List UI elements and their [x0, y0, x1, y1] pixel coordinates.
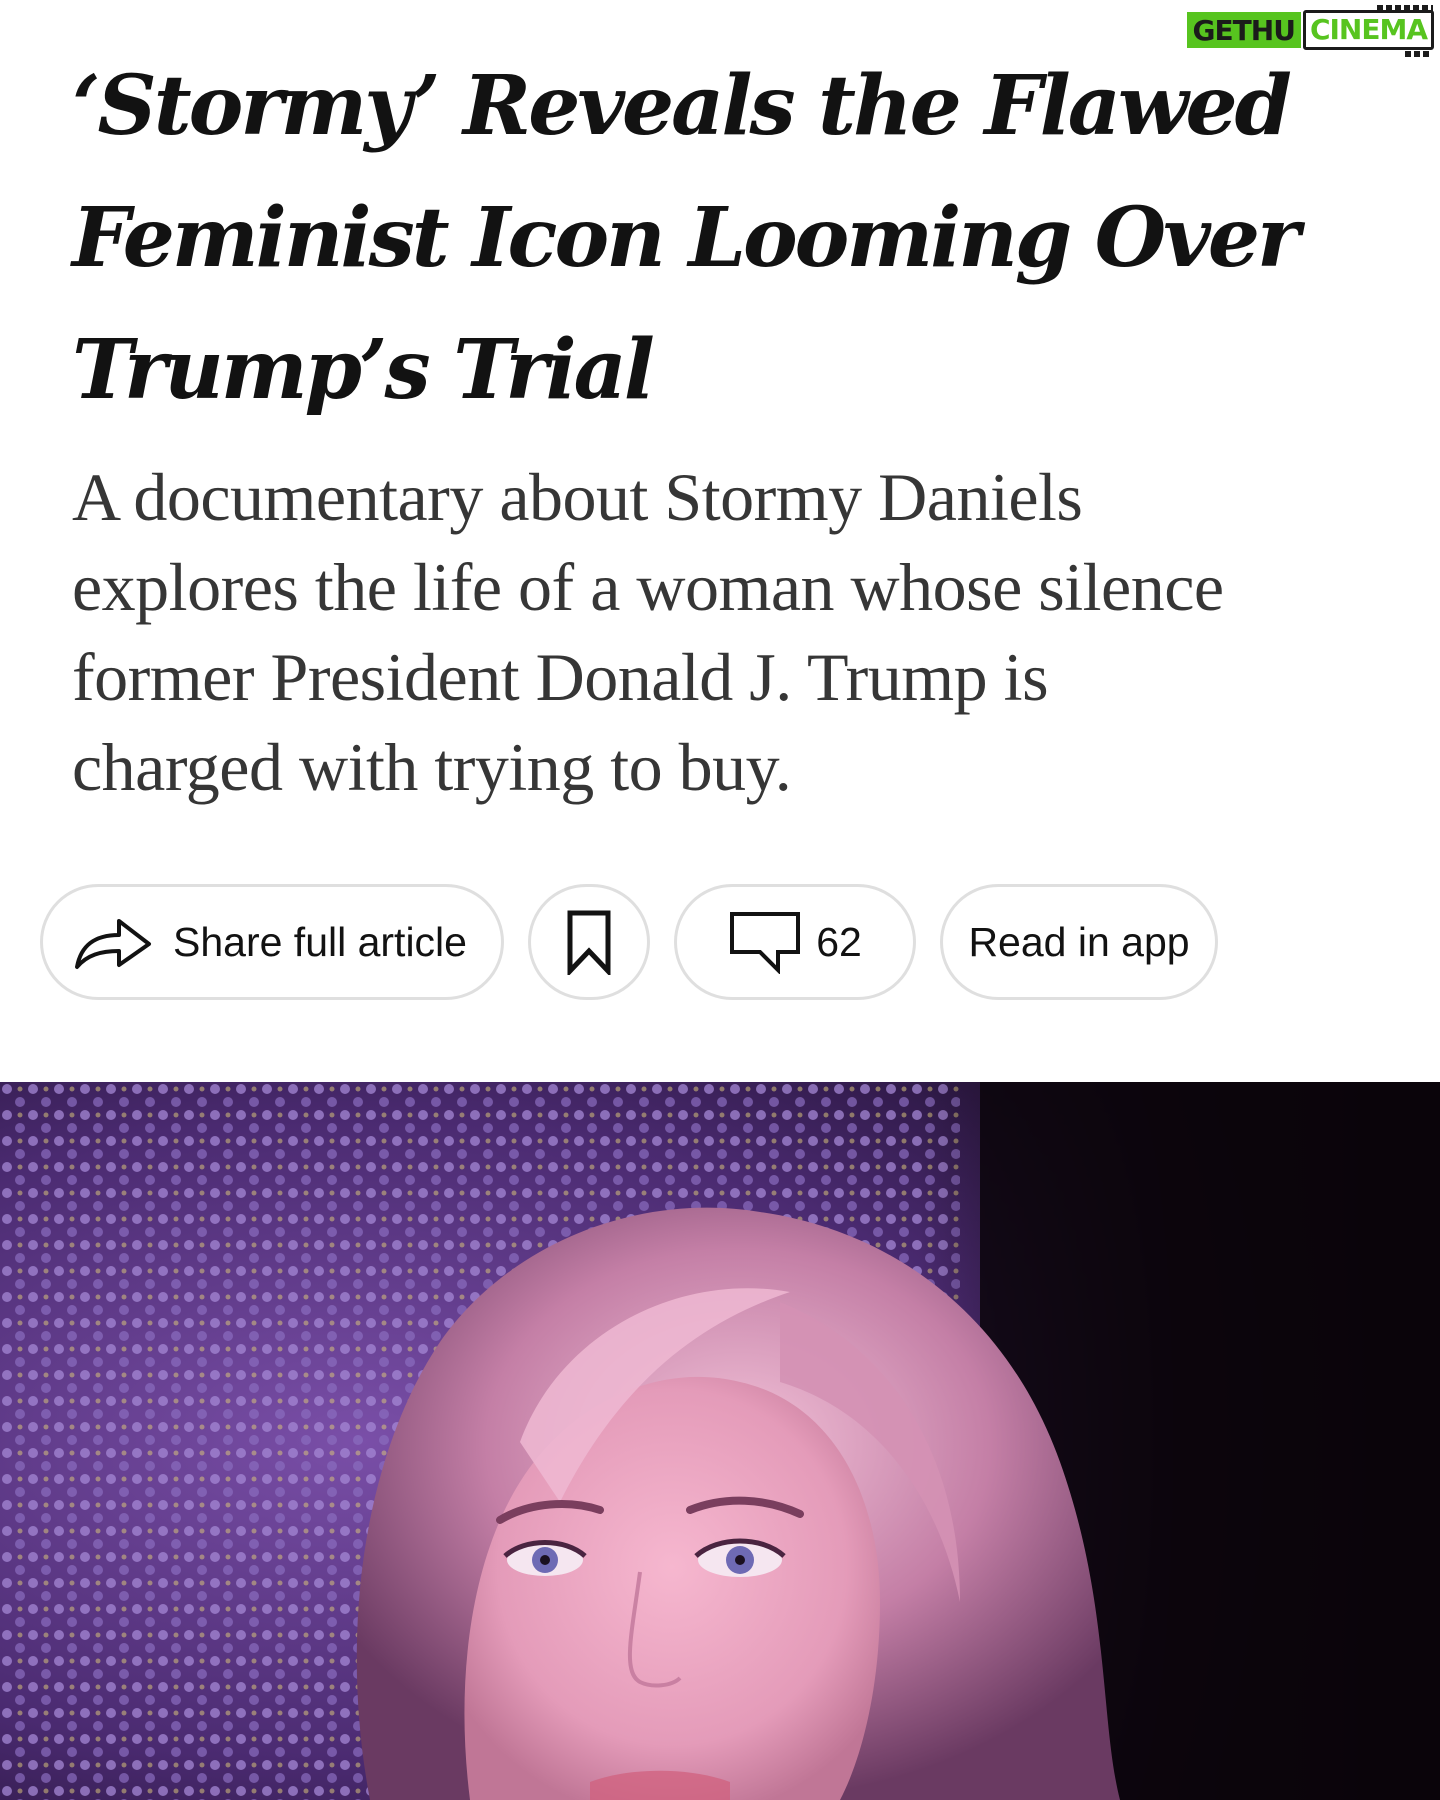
summary-line: A documentary about Stormy Daniels — [72, 459, 1083, 535]
comment-bubble-icon — [728, 910, 802, 974]
read-in-app-label: Read in app — [968, 918, 1190, 965]
article-summary: A documentary about Stormy Daniels explo… — [72, 452, 1372, 812]
bookmark-icon — [566, 909, 612, 975]
share-button-label: Share full article — [173, 918, 467, 965]
summary-line: former President Donald J. Trump is — [72, 639, 1049, 715]
headline-line: Trump’s Trial — [72, 322, 655, 418]
share-article-button[interactable]: Share full article — [40, 884, 504, 1000]
summary-line: charged with trying to buy. — [72, 729, 792, 805]
summary-line: explores the life of a woman whose silen… — [72, 549, 1224, 625]
portrait-illustration — [0, 1082, 1440, 1800]
film-strip-icon — [1377, 5, 1433, 11]
article-actions-bar: Share full article 62 Read in app — [40, 884, 1440, 1006]
share-arrow-icon — [73, 913, 153, 971]
read-in-app-button[interactable]: Read in app — [940, 884, 1218, 1000]
article-lead-image — [0, 1082, 1440, 1800]
headline-line: Feminist Icon Looming Over — [72, 190, 1300, 286]
save-article-button[interactable] — [528, 884, 650, 1000]
headline-line: ‘Stormy’ Reveals the Flawed — [72, 58, 1292, 154]
comments-count: 62 — [816, 918, 862, 965]
article-headline: ‘Stormy’ Reveals the Flawed Feminist Ico… — [72, 40, 1372, 436]
film-strip-icon-bottom — [1405, 51, 1431, 57]
comments-button[interactable]: 62 — [674, 884, 916, 1000]
